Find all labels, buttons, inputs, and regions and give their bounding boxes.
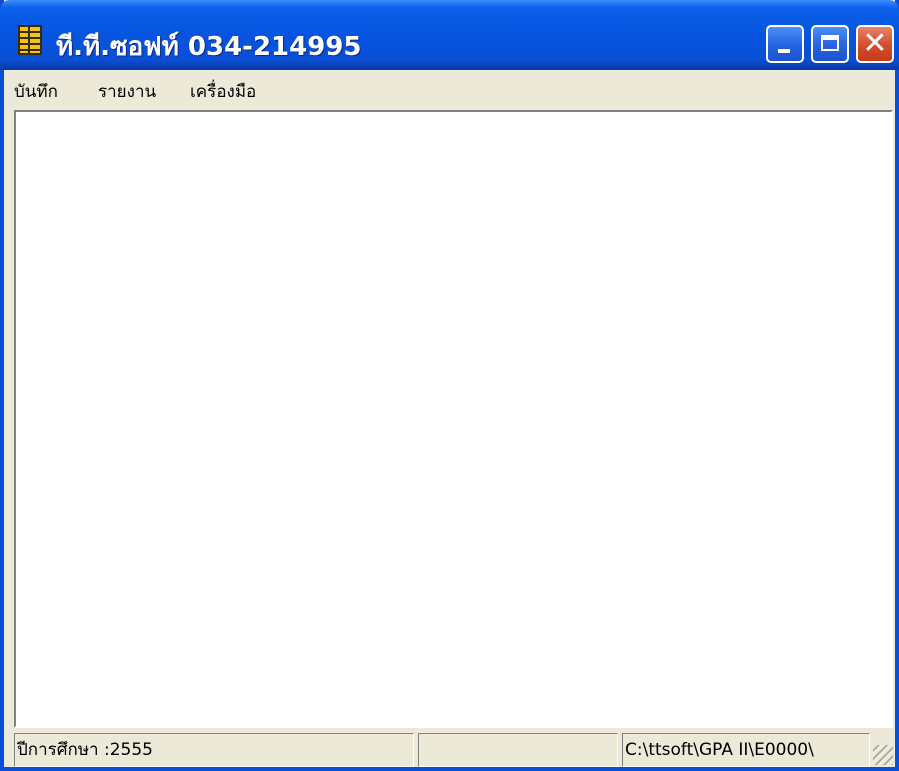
- close-icon: ✕: [862, 26, 888, 61]
- resize-grip[interactable]: [873, 745, 893, 765]
- status-academic-year: ปีการศึกษา :2555: [14, 733, 414, 767]
- ledger-icon[interactable]: [18, 25, 42, 55]
- minimize-icon: [778, 49, 790, 53]
- app-window: ที.ที.ซอฟท์ 034-214995 ✕ บันทึก รายงาน เ…: [0, 0, 899, 771]
- status-middle-panel: [418, 733, 618, 767]
- maximize-icon: [821, 35, 839, 51]
- window-title: ที.ที.ซอฟท์ 034-214995: [56, 32, 362, 62]
- status-path: C:\ttsoft\GPA II\E0000\: [622, 733, 870, 767]
- menu-report[interactable]: รายงาน: [96, 78, 158, 105]
- menu-tools[interactable]: เครื่องมือ: [188, 78, 258, 105]
- menu-bar: บันทึก รายงาน เครื่องมือ: [4, 70, 895, 108]
- minimize-button[interactable]: [766, 25, 804, 63]
- title-bar[interactable]: ที.ที.ซอฟท์ 034-214995 ✕: [0, 0, 899, 70]
- maximize-button[interactable]: [811, 25, 849, 63]
- menu-record[interactable]: บันทึก: [12, 78, 60, 105]
- close-button[interactable]: ✕: [856, 25, 894, 63]
- mdi-client-area[interactable]: [14, 110, 893, 728]
- status-bar: ปีการศึกษา :2555 C:\ttsoft\GPA II\E0000\: [4, 730, 895, 767]
